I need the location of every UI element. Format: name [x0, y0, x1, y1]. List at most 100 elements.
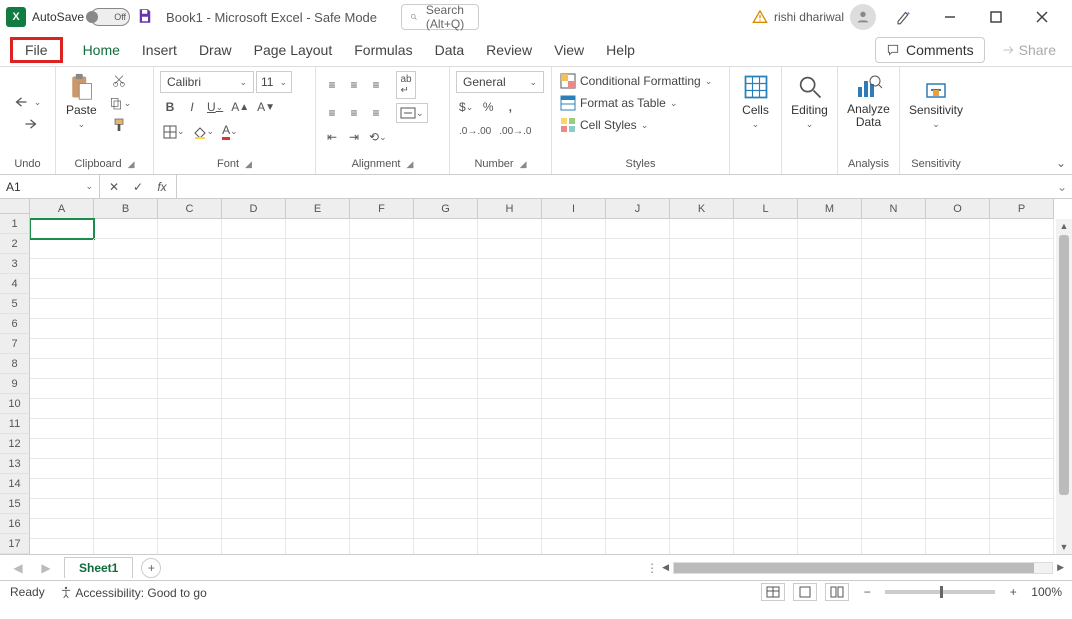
- cell[interactable]: [350, 419, 414, 439]
- cell[interactable]: [414, 459, 478, 479]
- cell[interactable]: [414, 279, 478, 299]
- cell[interactable]: [670, 259, 734, 279]
- cell[interactable]: [542, 459, 606, 479]
- cell[interactable]: [222, 399, 286, 419]
- cell[interactable]: [286, 259, 350, 279]
- cell[interactable]: [670, 419, 734, 439]
- cell[interactable]: [990, 519, 1054, 539]
- column-header[interactable]: D: [222, 199, 286, 219]
- minimize-button[interactable]: [932, 3, 968, 31]
- row-header[interactable]: 10: [0, 394, 29, 414]
- cell[interactable]: [862, 239, 926, 259]
- cells-button[interactable]: Cells⌄: [738, 71, 774, 132]
- tab-data[interactable]: Data: [433, 38, 467, 62]
- zoom-level[interactable]: 100%: [1031, 585, 1062, 599]
- cell[interactable]: [414, 239, 478, 259]
- cell[interactable]: [478, 419, 542, 439]
- cell[interactable]: [926, 459, 990, 479]
- decrease-decimal-button[interactable]: .00→.0: [496, 121, 534, 141]
- cell[interactable]: [286, 499, 350, 519]
- cell[interactable]: [606, 479, 670, 499]
- cell[interactable]: [286, 239, 350, 259]
- cell[interactable]: [286, 379, 350, 399]
- cell[interactable]: [542, 439, 606, 459]
- cell[interactable]: [94, 319, 158, 339]
- cell[interactable]: [734, 519, 798, 539]
- cell[interactable]: [222, 539, 286, 554]
- cell[interactable]: [158, 519, 222, 539]
- cell[interactable]: [286, 419, 350, 439]
- cell[interactable]: [30, 419, 94, 439]
- cell[interactable]: [798, 219, 862, 239]
- cell[interactable]: [94, 299, 158, 319]
- cell[interactable]: [158, 379, 222, 399]
- cell[interactable]: [94, 499, 158, 519]
- cell[interactable]: [350, 439, 414, 459]
- collapse-ribbon-icon[interactable]: ⌄: [1056, 156, 1066, 170]
- cell[interactable]: [222, 339, 286, 359]
- bold-button[interactable]: B: [160, 97, 180, 117]
- cell[interactable]: [926, 279, 990, 299]
- cell[interactable]: [926, 399, 990, 419]
- cell[interactable]: [350, 479, 414, 499]
- cell[interactable]: [542, 419, 606, 439]
- cell[interactable]: [926, 319, 990, 339]
- cell[interactable]: [478, 239, 542, 259]
- cell[interactable]: [286, 299, 350, 319]
- cell[interactable]: [158, 459, 222, 479]
- cell[interactable]: [670, 539, 734, 554]
- cell[interactable]: [606, 519, 670, 539]
- cell[interactable]: [222, 319, 286, 339]
- cell[interactable]: [286, 479, 350, 499]
- cell[interactable]: [862, 299, 926, 319]
- cell[interactable]: [734, 379, 798, 399]
- tab-review[interactable]: Review: [484, 38, 534, 62]
- cell[interactable]: [926, 299, 990, 319]
- autosave-switch[interactable]: Off: [90, 8, 130, 26]
- cell[interactable]: [926, 359, 990, 379]
- comma-button[interactable]: ,: [500, 97, 520, 117]
- page-break-view-button[interactable]: [825, 583, 849, 601]
- scroll-down-icon[interactable]: ▼: [1060, 542, 1069, 552]
- analyze-data-button[interactable]: Analyze Data: [843, 71, 894, 131]
- orientation-button[interactable]: ⟲⌄: [366, 127, 390, 147]
- vertical-scrollbar[interactable]: ▲ ▼: [1056, 219, 1072, 554]
- cell[interactable]: [862, 319, 926, 339]
- cell[interactable]: [734, 499, 798, 519]
- cell[interactable]: [798, 279, 862, 299]
- percent-button[interactable]: %: [478, 97, 498, 117]
- cell[interactable]: [542, 259, 606, 279]
- cell[interactable]: [286, 439, 350, 459]
- align-left-button[interactable]: ≡: [322, 103, 342, 123]
- cell[interactable]: [990, 419, 1054, 439]
- column-header[interactable]: L: [734, 199, 798, 219]
- cell[interactable]: [926, 239, 990, 259]
- cell[interactable]: [30, 519, 94, 539]
- increase-font-button[interactable]: A▲: [228, 97, 252, 117]
- editing-button[interactable]: Editing⌄: [787, 71, 832, 132]
- cell[interactable]: [990, 279, 1054, 299]
- column-header[interactable]: A: [30, 199, 94, 219]
- cell[interactable]: [542, 219, 606, 239]
- cell[interactable]: [542, 499, 606, 519]
- column-header[interactable]: F: [350, 199, 414, 219]
- cell[interactable]: [30, 459, 94, 479]
- comments-button[interactable]: Comments: [875, 37, 985, 63]
- cell[interactable]: [222, 219, 286, 239]
- cell[interactable]: [670, 459, 734, 479]
- cell[interactable]: [926, 479, 990, 499]
- cell[interactable]: [734, 319, 798, 339]
- cell[interactable]: [990, 339, 1054, 359]
- fill-color-button[interactable]: ⌄: [190, 122, 218, 142]
- clipboard-launcher-icon[interactable]: ◢: [128, 159, 135, 170]
- cut-button[interactable]: [105, 71, 135, 91]
- cell[interactable]: [94, 419, 158, 439]
- tab-file[interactable]: File: [23, 38, 50, 62]
- cell[interactable]: [798, 379, 862, 399]
- paste-button[interactable]: Paste⌄: [62, 71, 101, 132]
- cell[interactable]: [158, 259, 222, 279]
- cell[interactable]: [414, 519, 478, 539]
- sheet-nav-next-icon[interactable]: ▶: [36, 558, 56, 578]
- cell[interactable]: [990, 259, 1054, 279]
- row-header[interactable]: 3: [0, 254, 29, 274]
